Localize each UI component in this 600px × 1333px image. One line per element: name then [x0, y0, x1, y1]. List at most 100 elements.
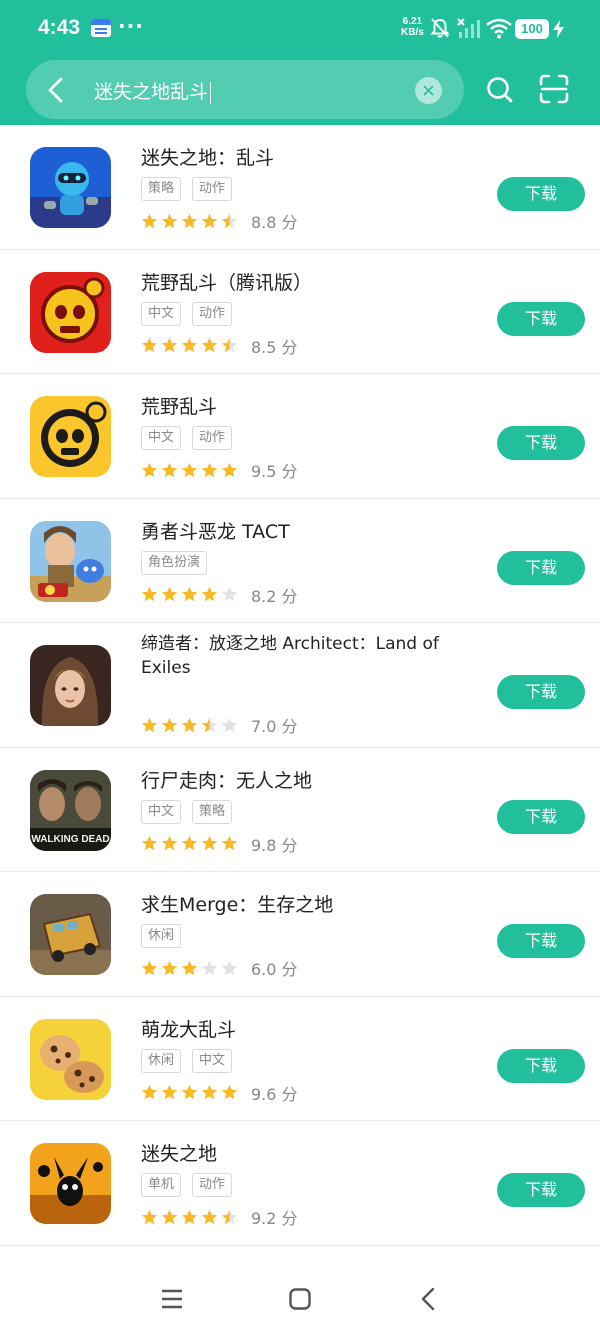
download-button[interactable]: 下载 — [497, 550, 585, 585]
app-name[interactable]: 荒野乱斗（腾讯版） — [141, 268, 312, 295]
app-name[interactable]: 萌龙大乱斗 — [141, 1015, 236, 1042]
app-name[interactable]: 迷失之地：乱斗 — [141, 143, 274, 170]
app-icon-architect-land-of-exiles[interactable] — [30, 645, 111, 726]
app-icon-cute-dragon-brawl[interactable] — [30, 1018, 111, 1100]
recent-apps-icon[interactable] — [161, 1289, 183, 1309]
star-rating — [141, 835, 238, 852]
star-filled-icon — [201, 1084, 218, 1100]
star-filled-icon — [221, 835, 238, 851]
clear-search-button[interactable] — [415, 77, 442, 104]
close-icon — [423, 85, 434, 96]
list-item[interactable]: 迷失之地 单机 动作 9.2 分 下载 — [0, 1121, 600, 1246]
app-score: 9.8 分 — [251, 835, 298, 855]
app-rating: 6.0 分 — [141, 956, 298, 980]
download-button[interactable]: 下载 — [497, 426, 585, 460]
star-rating — [141, 960, 238, 977]
list-item[interactable]: 勇者斗恶龙 TACT 角色扮演 8.2 分 下载 — [0, 499, 600, 623]
app-icon-survival-merge[interactable] — [30, 894, 111, 975]
app-name[interactable]: 勇者斗恶龙 TACT — [141, 517, 290, 544]
star-filled-icon — [201, 1209, 218, 1224]
app-name[interactable]: 缔造者：放逐之地 Architect：Land of Exiles — [141, 632, 471, 680]
app-name[interactable]: 荒野乱斗 — [141, 392, 217, 419]
back-icon[interactable] — [44, 76, 68, 104]
list-item[interactable]: 荒野乱斗 中文 动作 9.5 分 下载 — [0, 374, 600, 499]
scan-icon[interactable] — [539, 74, 569, 104]
app-tag: 策略 — [192, 799, 233, 824]
star-rating — [141, 586, 238, 603]
star-empty-icon — [201, 960, 218, 975]
app-tag: 动作 — [192, 1173, 233, 1197]
top-bar: 4:43 ··· 6.21 KB/s 100 迷失之地乱斗 — [0, 0, 600, 125]
list-item[interactable]: 荒野乱斗（腾讯版） 中文 动作 8.5 分 下载 — [0, 250, 600, 374]
star-filled-icon — [181, 1209, 198, 1224]
app-score: 8.5 分 — [251, 337, 298, 357]
star-filled-icon — [141, 337, 158, 353]
star-rating — [141, 717, 238, 734]
download-button[interactable]: 下载 — [497, 1173, 585, 1207]
download-button[interactable]: 下载 — [497, 675, 585, 709]
download-button[interactable]: 下载 — [497, 301, 585, 336]
app-tag: 动作 — [192, 426, 233, 450]
app-name[interactable]: 行尸走肉：无人之地 — [141, 766, 312, 793]
bell-muted-icon — [430, 18, 450, 38]
app-name[interactable]: 迷失之地 — [141, 1139, 217, 1166]
download-button[interactable]: 下载 — [497, 177, 585, 211]
app-rating: 7.0 分 — [141, 713, 298, 737]
star-filled-icon — [201, 835, 218, 851]
search-results-list: 迷失之地：乱斗 策略 动作 8.8 分 下载 荒野乱斗（腾讯版） 中文 动作 8… — [0, 125, 600, 1246]
search-icon[interactable] — [486, 76, 514, 104]
app-tag: 休闲 — [141, 1048, 182, 1073]
net-speed: 6.21 KB/s — [401, 16, 424, 38]
calendar-notification-icon — [91, 19, 111, 37]
list-item[interactable]: 迷失之地：乱斗 策略 动作 8.8 分 下载 — [0, 125, 600, 250]
star-filled-icon — [201, 213, 218, 228]
nav-back-icon[interactable] — [420, 1287, 436, 1311]
star-half-icon — [221, 213, 238, 228]
app-icon-brawl-stars[interactable] — [30, 396, 111, 477]
tag-list: 休闲 — [141, 924, 182, 948]
app-icon-lost-land[interactable] — [30, 1143, 111, 1224]
list-item[interactable]: WALKING DEAD 行尸走肉：无人之地 中文 策略 9.8 分 下载 — [0, 748, 600, 872]
star-empty-icon — [221, 586, 238, 602]
star-filled-icon — [221, 462, 238, 477]
app-icon-walking-dead[interactable]: WALKING DEAD — [30, 769, 111, 851]
star-filled-icon — [161, 337, 178, 353]
app-rating: 9.5 分 — [141, 458, 298, 482]
app-icon-lost-land-brawl[interactable] — [30, 147, 111, 228]
search-input[interactable]: 迷失之地乱斗 — [94, 77, 212, 104]
star-rating — [141, 1084, 238, 1101]
star-empty-icon — [221, 960, 238, 975]
wifi-icon — [486, 18, 512, 39]
download-button[interactable]: 下载 — [497, 1048, 585, 1083]
star-filled-icon — [141, 835, 158, 851]
home-icon[interactable] — [289, 1288, 311, 1310]
list-item[interactable]: 萌龙大乱斗 休闲 中文 9.6 分 下载 — [0, 997, 600, 1121]
star-filled-icon — [141, 462, 158, 477]
star-filled-icon — [181, 717, 198, 732]
app-icon-brawl-stars-tencent[interactable] — [30, 271, 111, 353]
star-filled-icon — [161, 213, 178, 228]
star-filled-icon — [221, 1084, 238, 1100]
star-rating — [141, 1209, 238, 1226]
app-tag: 中文 — [141, 301, 182, 326]
more-notifications-icon: ··· — [118, 14, 144, 38]
star-filled-icon — [181, 960, 198, 975]
tag-list: 角色扮演 — [141, 550, 208, 575]
download-button[interactable]: 下载 — [497, 924, 585, 958]
star-filled-icon — [181, 213, 198, 228]
star-filled-icon — [161, 462, 178, 477]
star-empty-icon — [221, 717, 238, 732]
list-item[interactable]: 求生Merge：生存之地 休闲 6.0 分 下载 — [0, 872, 600, 997]
list-item[interactable]: 缔造者：放逐之地 Architect：Land of Exiles 7.0 分 … — [0, 623, 600, 748]
download-button[interactable]: 下载 — [497, 799, 585, 834]
star-filled-icon — [161, 1084, 178, 1100]
app-icon-dragon-quest-tact[interactable] — [30, 520, 111, 602]
app-score: 8.2 分 — [251, 586, 298, 606]
star-filled-icon — [141, 586, 158, 602]
tag-list: 中文 策略 — [141, 799, 233, 824]
app-name[interactable]: 求生Merge：生存之地 — [141, 890, 333, 917]
svg-text:WALKING DEAD: WALKING DEAD — [31, 834, 109, 845]
star-filled-icon — [141, 960, 158, 975]
search-bar[interactable] — [26, 60, 464, 119]
app-rating: 8.2 分 — [141, 583, 298, 607]
